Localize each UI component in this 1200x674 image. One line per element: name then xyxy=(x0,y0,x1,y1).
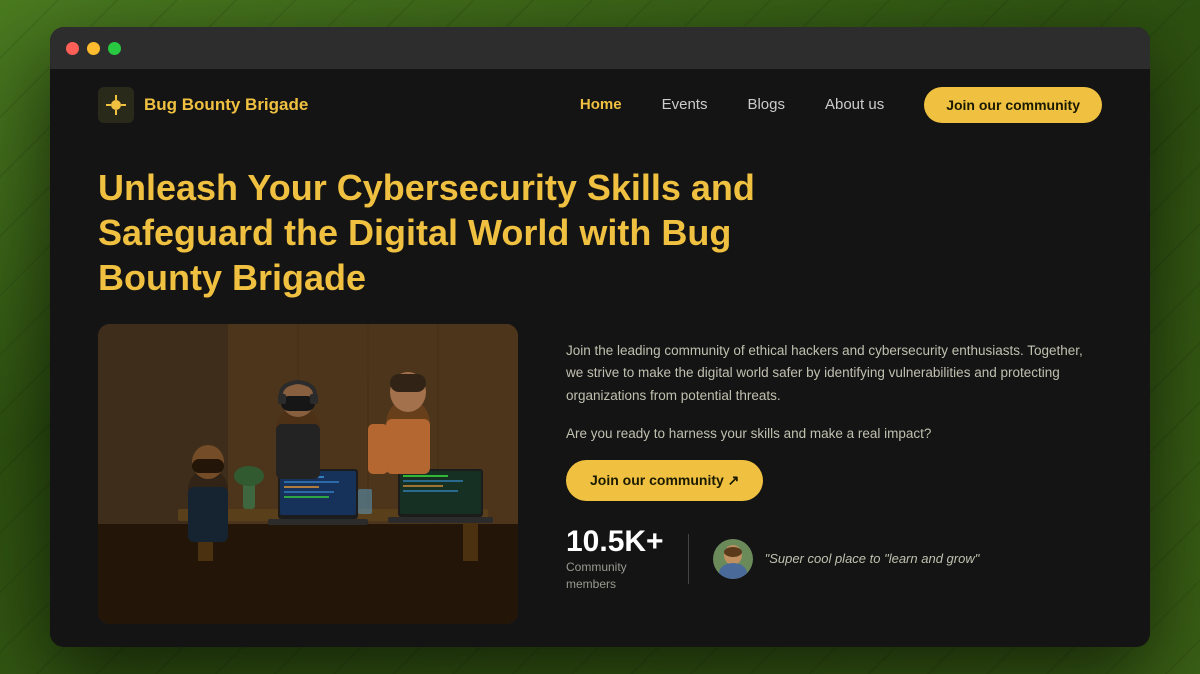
testimonial-quote: "Super cool place to "learn and grow" xyxy=(765,550,980,568)
hero-right-content: Join the leading community of ethical ha… xyxy=(566,324,1102,593)
browser-window: Bug Bounty Brigade Home Events Blogs Abo… xyxy=(50,27,1150,647)
navbar: Bug Bounty Brigade Home Events Blogs Abo… xyxy=(50,69,1150,141)
nav-item-about[interactable]: About us xyxy=(825,96,884,114)
nav-link-about[interactable]: About us xyxy=(825,96,884,113)
hero-question: Are you ready to harness your skills and… xyxy=(566,423,1102,445)
nav-link-blogs[interactable]: Blogs xyxy=(747,96,785,113)
stats-testimonial: "Super cool place to "learn and grow" xyxy=(713,539,980,579)
nav-link-events[interactable]: Events xyxy=(662,96,708,113)
hero-description: Join the leading community of ethical ha… xyxy=(566,340,1102,407)
nav-item-blogs[interactable]: Blogs xyxy=(747,96,785,114)
hero-stats: 10.5K+ Communitymembers xyxy=(566,525,1102,593)
hero-image xyxy=(98,324,518,624)
nav-links: Home Events Blogs About us xyxy=(580,96,884,114)
logo-icon xyxy=(98,87,134,123)
nav-link-home[interactable]: Home xyxy=(580,96,622,113)
minimize-button-icon[interactable] xyxy=(87,42,100,55)
hero-body: Join the leading community of ethical ha… xyxy=(98,324,1102,624)
site-content: Bug Bounty Brigade Home Events Blogs Abo… xyxy=(50,69,1150,647)
maximize-button-icon[interactable] xyxy=(108,42,121,55)
nav-item-home[interactable]: Home xyxy=(580,96,622,114)
hero-section: Unleash Your Cybersecurity Skills and Sa… xyxy=(50,141,1150,647)
nav-item-events[interactable]: Events xyxy=(662,96,708,114)
hero-title: Unleash Your Cybersecurity Skills and Sa… xyxy=(98,165,818,300)
close-button-icon[interactable] xyxy=(66,42,79,55)
browser-chrome xyxy=(50,27,1150,69)
logo-text: Bug Bounty Brigade xyxy=(144,95,308,115)
nav-cta-button[interactable]: Join our community xyxy=(924,87,1102,123)
hero-cta-button[interactable]: Join our community ↗ xyxy=(566,460,763,501)
stats-block: 10.5K+ Communitymembers xyxy=(566,525,664,593)
nav-logo[interactable]: Bug Bounty Brigade xyxy=(98,87,308,123)
avatar xyxy=(713,539,753,579)
stats-label: Communitymembers xyxy=(566,559,664,593)
stats-divider xyxy=(688,534,689,584)
stats-number: 10.5K+ xyxy=(566,525,664,559)
